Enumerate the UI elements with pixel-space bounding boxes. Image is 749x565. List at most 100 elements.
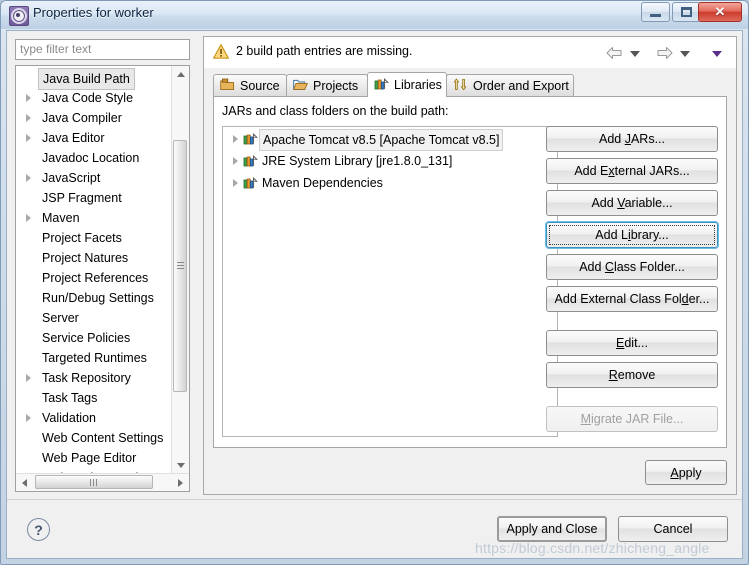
library-list-item[interactable]: Apache Tomcat v8.5 [Apache Tomcat v8.5] (223, 129, 557, 152)
sidebar-item-javascript[interactable]: JavaScript (16, 168, 172, 188)
sidebar-item-web-page-editor[interactable]: Web Page Editor (16, 448, 172, 468)
build-path-tabs: Source Projects Libraries Order and Export (213, 72, 727, 97)
expand-arrow-icon[interactable] (26, 374, 31, 382)
sidebar-item-maven[interactable]: Maven (16, 208, 172, 228)
sidebar-item-label: Java Code Style (42, 91, 134, 105)
close-button[interactable]: ✕ (698, 2, 742, 22)
forward-history-caret-icon[interactable] (680, 51, 690, 57)
horizontal-scrollbar-thumb[interactable] (35, 475, 153, 489)
tab-source[interactable]: Source (213, 74, 287, 97)
scroll-left-button[interactable] (16, 474, 33, 491)
add-variable-button[interactable]: Add Variable... (546, 190, 718, 216)
sidebar-item-validation[interactable]: Validation (16, 408, 172, 428)
add-external-jars-button[interactable]: Add External JARs... (546, 158, 718, 184)
sidebar-item-task-repository[interactable]: Task Repository (16, 368, 172, 388)
tab-libraries[interactable]: Libraries (367, 72, 447, 97)
sidebar-item-web-content-settings[interactable]: Web Content Settings (16, 428, 172, 448)
expand-arrow-icon[interactable] (233, 157, 238, 165)
scrollbar-grip-icon (90, 479, 98, 486)
expand-arrow-icon[interactable] (26, 134, 31, 142)
sidebar-item-label: Project Facets (42, 231, 122, 245)
sidebar-item-java-compiler[interactable]: Java Compiler (16, 108, 172, 128)
library-list-item[interactable]: Maven Dependencies (223, 173, 557, 193)
apply-button[interactable]: Apply (645, 460, 727, 485)
sidebar-item-project-references[interactable]: Project References (16, 268, 172, 288)
warning-banner: 2 build path entries are missing. (204, 37, 736, 69)
sidebar-item-label: Run/Debug Settings (42, 291, 154, 305)
button-label: Add Variable... (591, 196, 673, 210)
sidebar-item-java-editor[interactable]: Java Editor (16, 128, 172, 148)
sidebar-item-targeted-runtimes[interactable]: Targeted Runtimes (16, 348, 172, 368)
add-class-folder-button[interactable]: Add Class Folder... (546, 254, 718, 280)
libraries-list[interactable]: Apache Tomcat v8.5 [Apache Tomcat v8.5] J… (222, 126, 558, 437)
warning-triangle-icon (213, 44, 229, 59)
edit-button[interactable]: Edit... (546, 330, 718, 356)
add-jars-button[interactable]: Add JARs... (546, 126, 718, 152)
expand-arrow-icon[interactable] (26, 174, 31, 182)
sidebar-item-service-policies[interactable]: Service Policies (16, 328, 172, 348)
sidebar-item-label: Javadoc Location (42, 151, 140, 165)
books-icon (243, 154, 258, 174)
sidebar-item-server[interactable]: Server (16, 308, 172, 328)
expand-arrow-icon[interactable] (26, 414, 31, 422)
add-external-class-folder-button[interactable]: Add External Class Folder... (546, 286, 718, 312)
maximize-button[interactable] (672, 2, 701, 22)
sidebar-item-run-debug-settings[interactable]: Run/Debug Settings (16, 288, 172, 308)
scroll-up-button[interactable] (172, 66, 189, 83)
minimize-icon (650, 13, 661, 17)
expand-arrow-icon[interactable] (233, 135, 238, 143)
books-icon (243, 132, 258, 152)
tab-label: Source (240, 79, 280, 93)
libraries-panel-label: JARs and class folders on the build path… (222, 104, 449, 118)
books-icon (374, 77, 389, 94)
expand-arrow-icon[interactable] (26, 214, 31, 222)
libraries-content: Source Projects Libraries Order and Export … (204, 68, 736, 494)
scroll-right-button[interactable] (172, 474, 189, 491)
button-label: Migrate JAR File... (580, 412, 684, 426)
expand-arrow-icon[interactable] (233, 179, 238, 187)
sidebar-item-jsp-fragment[interactable]: JSP Fragment (16, 188, 172, 208)
sidebar-item-project-facets[interactable]: Project Facets (16, 228, 172, 248)
button-label: Add External Class Folder... (554, 292, 710, 306)
properties-dialog-window: Properties for worker ✕ type filter text… (0, 0, 749, 565)
button-label: Remove (608, 368, 656, 382)
sidebar-item-java-build-path[interactable]: Java Build Path (16, 68, 172, 90)
sidebar-item-java-code-style[interactable]: Java Code Style (16, 88, 172, 108)
sidebar-item-label: Service Policies (42, 331, 131, 345)
sidebar-item-label: Java Build Path (38, 68, 135, 90)
button-label: Add Class Folder... (579, 260, 685, 274)
view-menu-caret-icon[interactable] (712, 51, 722, 57)
library-list-item[interactable]: JRE System Library [jre1.8.0_131] (223, 151, 557, 171)
remove-button[interactable]: Remove (546, 362, 718, 388)
dialog-body: type filter text Java Build Path Java Cod… (6, 30, 743, 559)
vertical-scrollbar-thumb[interactable] (173, 140, 187, 392)
expand-arrow-icon[interactable] (26, 94, 31, 102)
tree-vertical-scrollbar[interactable] (171, 66, 189, 474)
tree-horizontal-scrollbar[interactable] (16, 473, 189, 491)
title-bar: Properties for worker ✕ (1, 1, 748, 29)
libraries-tab-panel: JARs and class folders on the build path… (213, 96, 727, 448)
forward-arrow-icon[interactable] (656, 46, 673, 60)
add-library-button[interactable]: Add Library... (546, 222, 718, 248)
apply-and-close-label: Apply and Close (506, 522, 598, 536)
tab-projects[interactable]: Projects (286, 74, 368, 97)
sidebar-item-project-natures[interactable]: Project Natures (16, 248, 172, 268)
expand-arrow-icon[interactable] (26, 114, 31, 122)
button-label: Add JARs... (598, 132, 665, 146)
cancel-button[interactable]: Cancel (618, 516, 728, 542)
apply-and-close-button[interactable]: Apply and Close (497, 516, 607, 542)
sidebar-item-label: Task Repository (42, 371, 131, 385)
sidebar-item-label: Targeted Runtimes (42, 351, 147, 365)
sidebar-item-label: Task Tags (42, 391, 98, 405)
tab-order-and-export[interactable]: Order and Export (446, 74, 574, 97)
settings-navigation-panel: type filter text Java Build Path Java Cod… (12, 36, 197, 495)
help-button[interactable]: ? (27, 518, 50, 541)
scroll-down-button[interactable] (172, 457, 189, 474)
back-arrow-icon[interactable] (606, 46, 623, 60)
settings-tree[interactable]: Java Build Path Java Code Style Java Compi… (15, 65, 190, 492)
filter-input[interactable]: type filter text (15, 39, 190, 60)
sidebar-item-task-tags[interactable]: Task Tags (16, 388, 172, 408)
minimize-button[interactable] (641, 2, 670, 22)
sidebar-item-javadoc-location[interactable]: Javadoc Location (16, 148, 172, 168)
back-history-caret-icon[interactable] (630, 51, 640, 57)
